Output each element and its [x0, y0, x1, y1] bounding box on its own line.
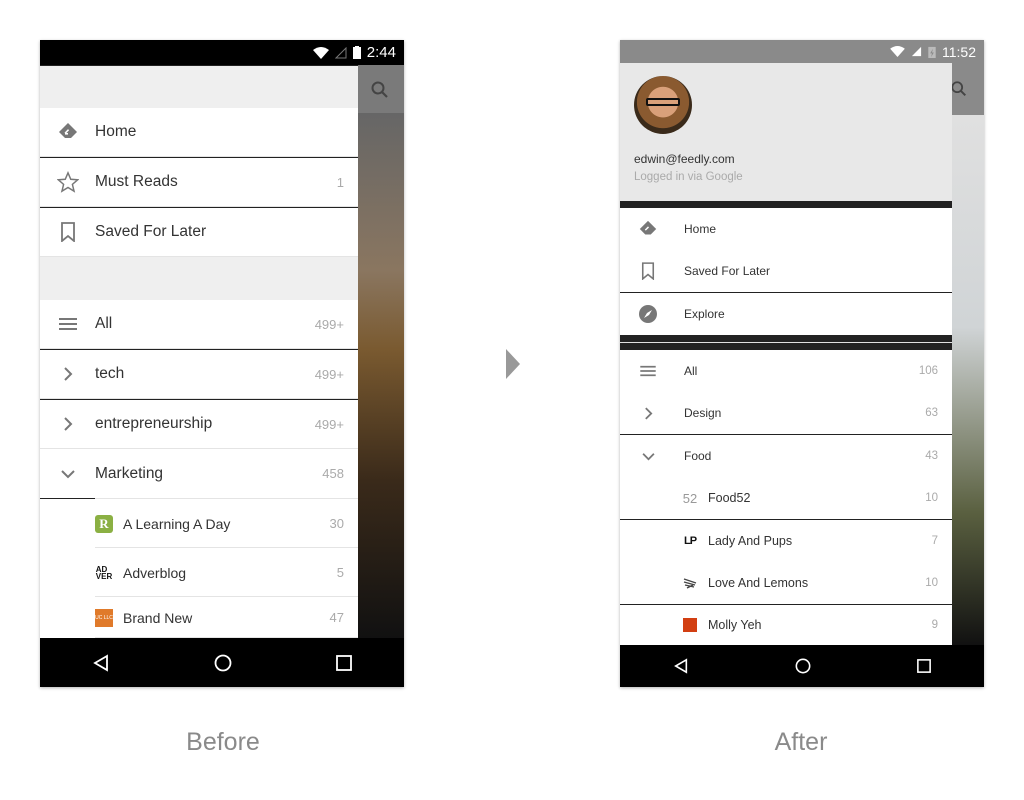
feed-item[interactable]: 52 Food52 10: [620, 477, 952, 519]
system-nav-bar: [620, 645, 984, 687]
arrow-right-icon: [506, 349, 520, 379]
star-icon: [56, 170, 80, 194]
category-design[interactable]: Design 63: [620, 392, 952, 434]
nav-item-explore[interactable]: Explore: [620, 293, 952, 335]
avatar[interactable]: [634, 76, 692, 134]
chevron-right-icon: [636, 401, 660, 425]
category-food[interactable]: Food 43: [620, 435, 952, 477]
category-marketing[interactable]: Marketing 458: [40, 449, 358, 498]
status-bar: 11:52: [620, 40, 984, 63]
signal-icon: [911, 46, 922, 57]
search-icon[interactable]: [950, 80, 968, 98]
search-icon[interactable]: [370, 80, 390, 100]
food52-logo-icon: 52: [682, 490, 698, 506]
bookmark-icon: [56, 220, 80, 244]
feed-item[interactable]: UC LLC Brand New 47: [40, 597, 358, 638]
before-caption: Before: [186, 728, 260, 756]
chevron-down-icon: [56, 462, 80, 486]
back-icon[interactable]: [92, 653, 110, 672]
a-learning-a-day-logo-icon: R: [95, 514, 113, 533]
drawer-header: [40, 66, 358, 108]
profile-subtitle: Logged in via Google: [634, 171, 743, 183]
system-nav-bar: [40, 638, 404, 687]
battery-charging-icon: [928, 46, 936, 58]
background-photo: [952, 115, 984, 645]
feedly-icon: [636, 217, 660, 241]
before-phone: 2:44 Home Must Reads 1 Saved For Later A…: [40, 40, 404, 687]
status-time: 11:52: [942, 43, 976, 60]
wifi-icon: [312, 46, 329, 59]
glasses: [646, 98, 680, 106]
chevron-right-icon: [56, 362, 80, 386]
after-caption: After: [774, 728, 828, 756]
recents-icon[interactable]: [336, 654, 352, 671]
feed-item[interactable]: R A Learning A Day 30: [40, 499, 358, 548]
signal-icon: [334, 46, 347, 58]
adverblog-logo-icon: AD VER: [95, 564, 113, 581]
back-icon[interactable]: [673, 658, 689, 674]
feed-item[interactable]: Love And Lemons 10: [620, 562, 952, 604]
wifi-icon: [890, 46, 905, 57]
category-all[interactable]: All 106: [620, 350, 952, 392]
category-tech[interactable]: tech 499+: [40, 350, 358, 399]
status-time: 2:44: [366, 44, 396, 61]
nav-item-saved-for-later[interactable]: Saved For Later: [620, 250, 952, 292]
nav-item-home[interactable]: Home: [40, 108, 358, 157]
lady-and-pups-logo-icon: LP: [683, 535, 697, 547]
molly-yeh-logo-icon: [682, 617, 698, 633]
chevron-right-icon: [56, 412, 80, 436]
divider: [620, 342, 952, 343]
feed-item[interactable]: AD VER Adverblog 5: [40, 548, 358, 597]
background-photo: [358, 113, 404, 638]
battery-icon: [352, 46, 361, 59]
menu-icon: [56, 312, 80, 336]
category-all[interactable]: All 499+: [40, 300, 358, 349]
bookmark-icon: [636, 259, 660, 283]
nav-item-saved-for-later[interactable]: Saved For Later: [40, 208, 358, 257]
love-and-lemons-logo-icon: [682, 575, 698, 591]
nav-item-must-reads[interactable]: Must Reads 1: [40, 158, 358, 207]
recents-icon[interactable]: [917, 659, 931, 673]
compass-icon: [636, 302, 660, 326]
status-bar: 2:44: [40, 40, 404, 65]
nav-item-home[interactable]: Home: [620, 208, 952, 250]
brand-new-logo-icon: UC LLC: [95, 608, 113, 627]
profile-header: edwin@feedly.com Logged in via Google: [620, 63, 952, 201]
home-icon[interactable]: [795, 658, 811, 674]
menu-icon: [636, 359, 660, 383]
feed-item[interactable]: Molly Yeh 9: [620, 605, 952, 645]
feedly-icon: [56, 120, 80, 144]
profile-email: edwin@feedly.com: [634, 152, 735, 166]
feed-item[interactable]: LP Lady And Pups 7: [620, 520, 952, 562]
section-spacer: [40, 257, 358, 300]
home-icon[interactable]: [214, 654, 232, 672]
after-phone: 11:52 edwin@feedly.com Logged in via Goo…: [620, 40, 984, 687]
chevron-down-icon: [636, 444, 660, 468]
category-entrepreneurship[interactable]: entrepreneurship 499+: [40, 400, 358, 449]
